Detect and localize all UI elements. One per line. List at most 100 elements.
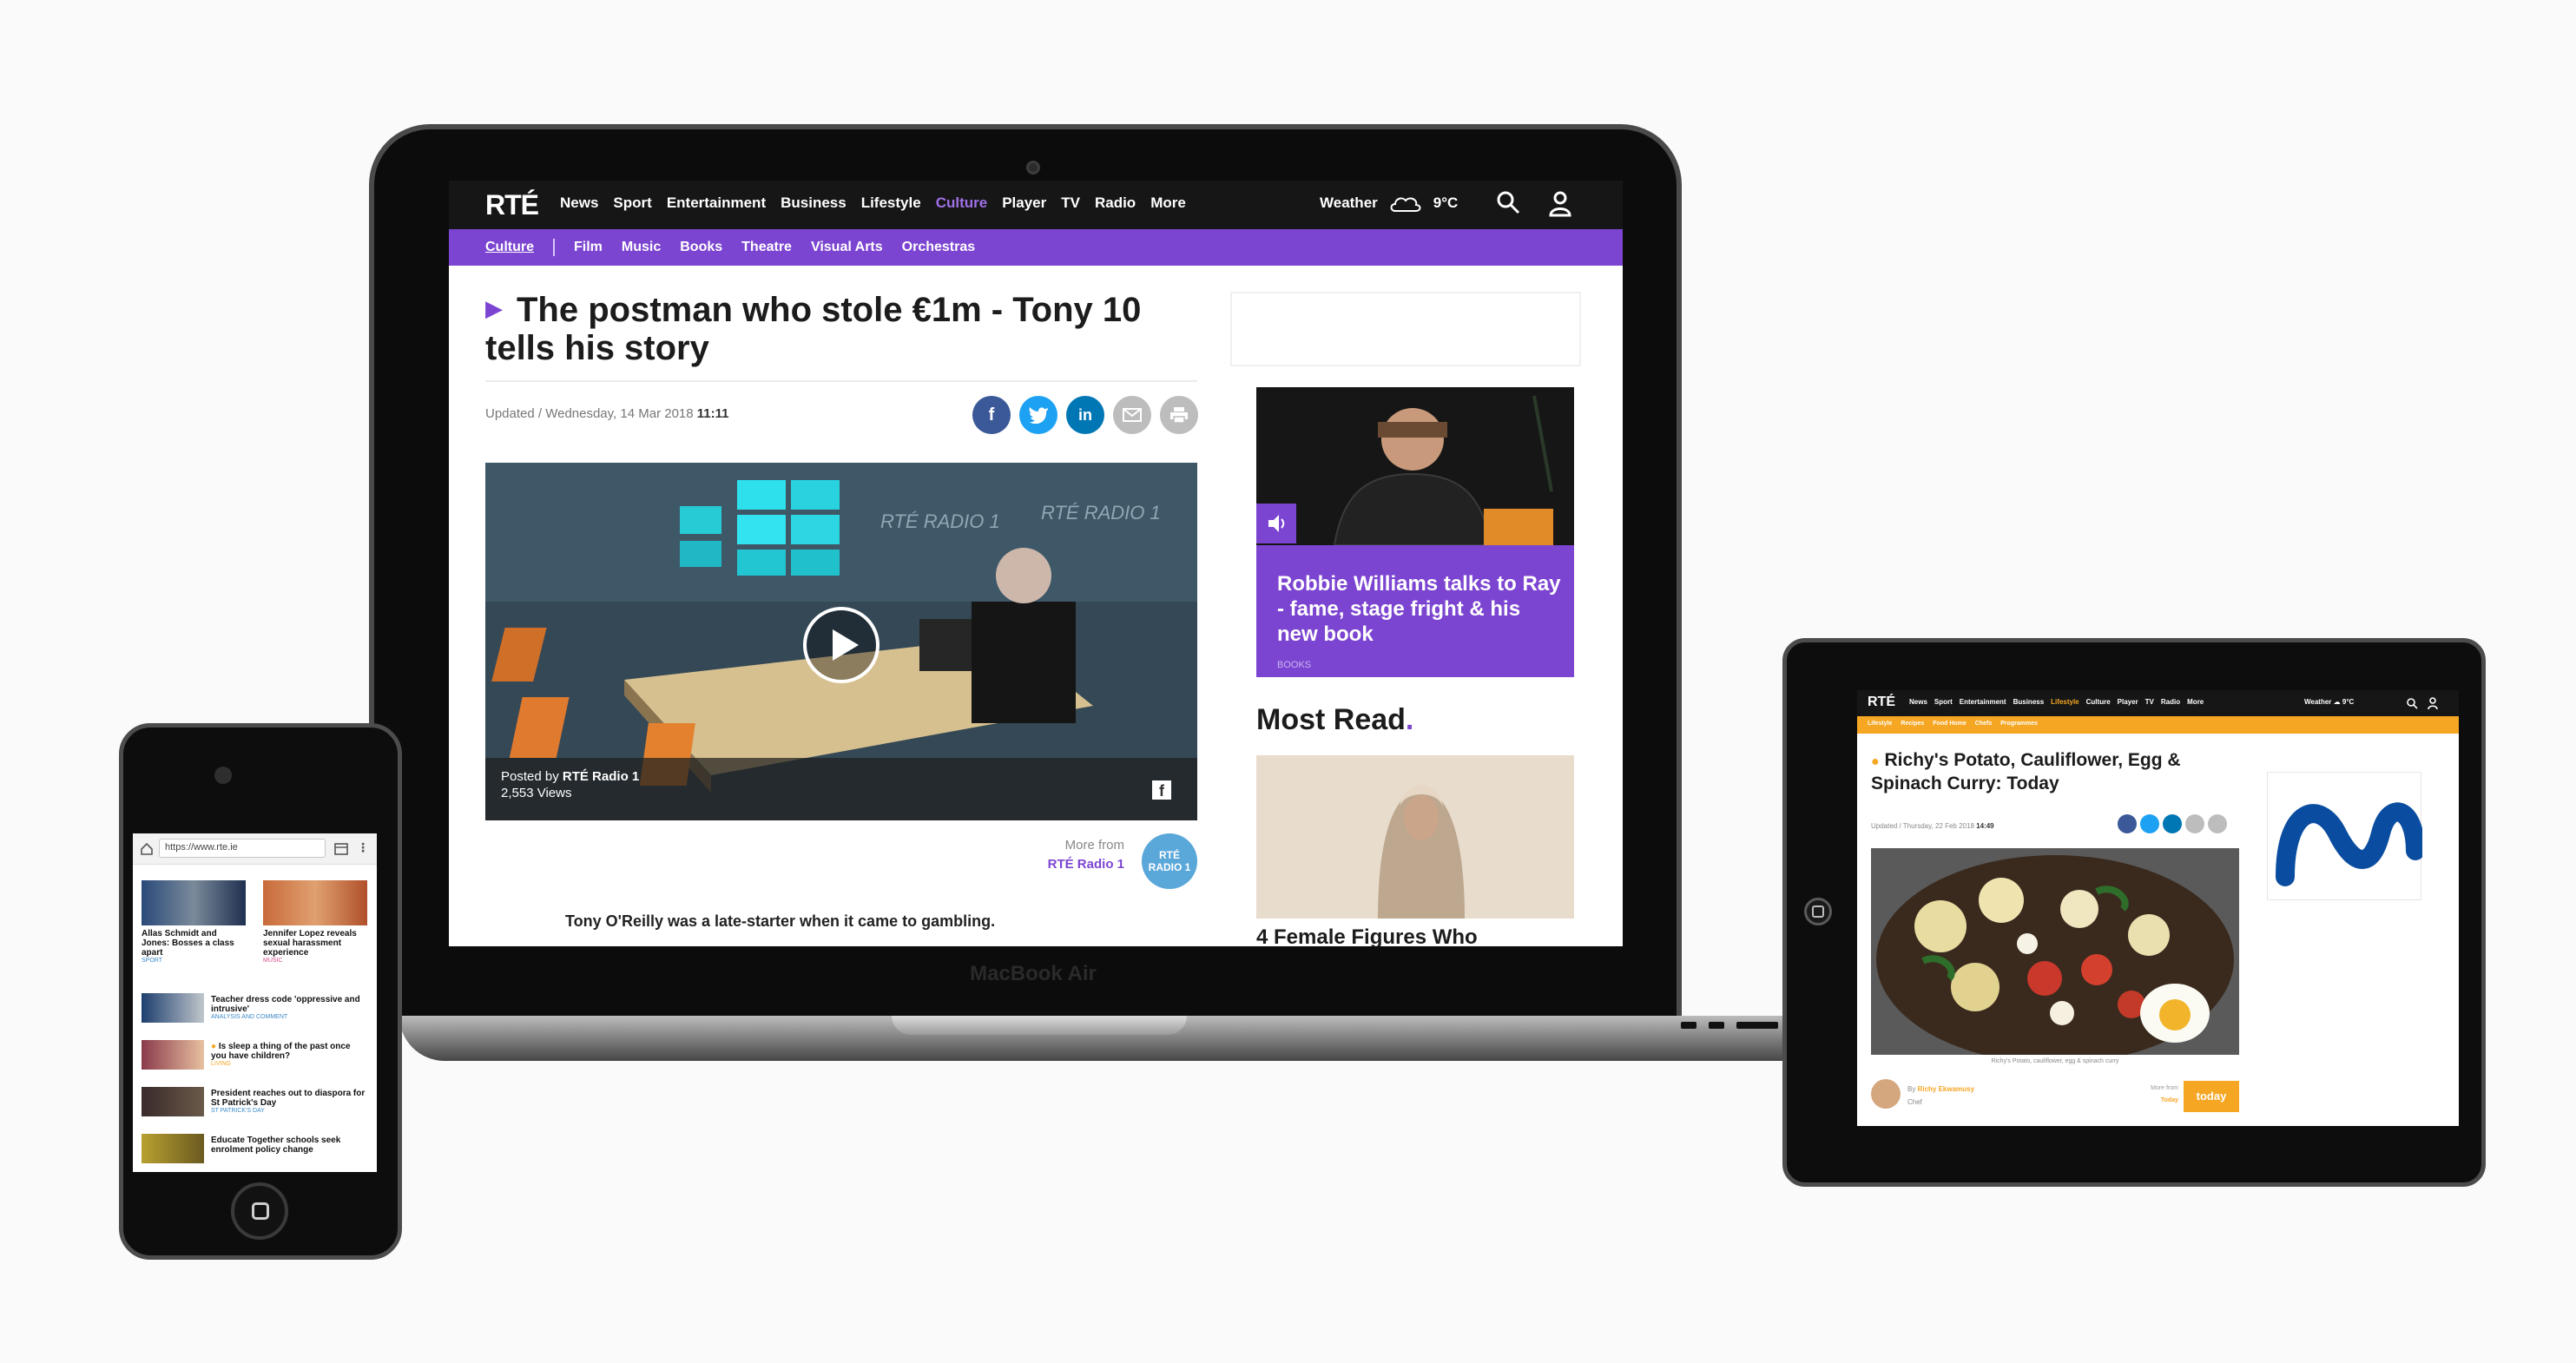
email-icon[interactable] <box>2185 814 2204 833</box>
user-icon[interactable] <box>1547 189 1573 217</box>
cloud-icon <box>1390 197 1421 212</box>
nav-business[interactable]: Business <box>781 194 847 212</box>
article-title: ▶ The postman who stole €1m - Tony 10 tel… <box>485 291 1142 367</box>
facebook-icon[interactable] <box>2118 814 2137 833</box>
divider <box>485 380 1197 382</box>
list-item[interactable]: Educate Together schools seek enrolment … <box>142 1134 371 1172</box>
speaker-icon <box>1256 504 1296 543</box>
nav-news[interactable]: News <box>1909 698 1927 706</box>
search-icon[interactable] <box>1495 189 1521 215</box>
article-updated: Updated / Thursday, 22 Feb 2018 14:49 <box>1871 822 1994 830</box>
subnav-visual-arts[interactable]: Visual Arts <box>811 240 883 255</box>
facebook-icon[interactable]: f <box>972 396 1011 434</box>
rte-logo[interactable]: RTÉ <box>1868 695 1895 710</box>
nav-lifestyle[interactable]: Lifestyle <box>861 194 921 212</box>
print-icon[interactable] <box>2208 814 2227 833</box>
home-icon[interactable] <box>140 842 154 856</box>
site-header: RTÉ News Sport Entertainment Business Li… <box>1857 690 2459 716</box>
nav-tv[interactable]: TV <box>2145 698 2154 706</box>
nav-culture[interactable]: Culture <box>936 194 988 212</box>
main-nav: News Sport Entertainment Business Lifest… <box>1909 698 2204 706</box>
search-icon[interactable] <box>2406 697 2418 709</box>
nav-radio[interactable]: Radio <box>2161 698 2180 706</box>
rte-radio-1-logo[interactable]: RTÉ RADIO 1 <box>1142 833 1197 889</box>
print-icon[interactable] <box>1160 396 1198 434</box>
weather-widget[interactable]: Weather ☁ 9°C <box>2304 698 2354 706</box>
subnav-music[interactable]: Music <box>622 240 661 255</box>
tablet-screen: RTÉ News Sport Entertainment Business Li… <box>1857 690 2459 1126</box>
nav-culture[interactable]: Culture <box>2086 698 2111 706</box>
avatar[interactable] <box>1871 1079 1901 1109</box>
most-read-title[interactable]: 4 Female Figures Who <box>1256 925 1478 946</box>
nav-radio[interactable]: Radio <box>1095 194 1136 212</box>
menu-icon[interactable]: ⋮ <box>357 840 369 855</box>
phone-card[interactable]: Jennifer Lopez reveals sexual harassment… <box>263 880 367 964</box>
most-read-heading: Most Read. <box>1256 703 1414 736</box>
more-from[interactable]: More from Today <box>2118 1083 2178 1107</box>
cloud-icon: ☁ <box>2333 698 2341 706</box>
subnav-theatre[interactable]: Theatre <box>741 240 792 255</box>
subnav-divider <box>553 239 555 256</box>
card-photo <box>142 880 246 925</box>
subnav-culture[interactable]: Culture <box>485 240 534 255</box>
subnav-orchestras[interactable]: Orchestras <box>902 240 976 255</box>
rte-logo[interactable]: RTÉ <box>485 189 539 221</box>
nav-player[interactable]: Player <box>1002 194 1046 212</box>
ad-slot[interactable] <box>2267 772 2425 900</box>
list-thumb <box>142 1134 204 1163</box>
author-byline: By Richy Ekwamusy Chef <box>1907 1085 1974 1106</box>
laptop-brand: MacBook Air <box>970 962 1097 985</box>
promo-photo[interactable] <box>1256 387 1574 545</box>
weather-widget[interactable]: Weather 9°C <box>1320 193 1458 214</box>
share-buttons: f in <box>972 396 1198 434</box>
nav-lifestyle[interactable]: Lifestyle <box>2051 698 2079 706</box>
location-pin-icon: ● <box>1871 754 1880 769</box>
list-item[interactable]: President reaches out to diaspora for St… <box>142 1087 371 1129</box>
section-subnav: Lifestyle Recipes Food Home Chefs Progra… <box>1857 716 2459 734</box>
nav-entertainment[interactable]: Entertainment <box>667 194 766 212</box>
phone-card[interactable]: Allas Schmidt and Jones: Bosses a class … <box>142 880 246 964</box>
email-icon[interactable] <box>1113 396 1151 434</box>
twitter-icon[interactable] <box>2140 814 2159 833</box>
more-from[interactable]: More from RTÉ Radio 1 <box>1013 836 1124 874</box>
nav-business[interactable]: Business <box>2013 698 2045 706</box>
recipe-photo[interactable] <box>1871 848 2239 1055</box>
twitter-icon[interactable] <box>1019 396 1057 434</box>
subnav-programmes[interactable]: Programmes <box>2000 721 2038 727</box>
subnav-lifestyle[interactable]: Lifestyle <box>1868 721 1892 727</box>
nav-sport[interactable]: Sport <box>1934 698 1953 706</box>
linkedin-icon[interactable]: in <box>1066 396 1104 434</box>
subnav-film[interactable]: Film <box>574 240 603 255</box>
subnav-food-home[interactable]: Food Home <box>1933 721 1967 727</box>
nav-sport[interactable]: Sport <box>613 194 651 212</box>
list-thumb <box>142 1040 204 1070</box>
subnav-recipes[interactable]: Recipes <box>1901 721 1924 727</box>
video-player[interactable]: RTÉ RADIO 1 RTÉ RADIO 1 Posted by RTÉ Ra… <box>485 463 1197 820</box>
url-field[interactable]: https://www.rte.ie <box>159 839 326 858</box>
ad-slot[interactable] <box>1230 292 1581 366</box>
subnav-chefs[interactable]: Chefs <box>1975 721 1992 727</box>
nav-news[interactable]: News <box>560 194 598 212</box>
list-thumb <box>142 993 204 1023</box>
list-item[interactable]: Teacher dress code 'oppressive and intru… <box>142 993 371 1035</box>
nav-more[interactable]: More <box>1150 194 1186 212</box>
section-subnav: Culture Film Music Books Theatre Visual … <box>449 229 1623 266</box>
nav-more[interactable]: More <box>2187 698 2204 706</box>
nav-tv[interactable]: TV <box>1061 194 1080 212</box>
list-item[interactable]: ● Is sleep a thing of the past once you … <box>142 1040 371 1082</box>
nav-entertainment[interactable]: Entertainment <box>1960 698 2006 706</box>
linkedin-icon[interactable] <box>2163 814 2182 833</box>
site-header: RTÉ News Sport Entertainment Business Li… <box>449 181 1623 229</box>
play-button[interactable] <box>803 607 880 683</box>
tabs-icon[interactable] <box>334 843 348 855</box>
share-buttons <box>2118 814 2227 833</box>
today-logo[interactable]: today <box>2184 1081 2239 1112</box>
home-square-icon <box>1812 905 1824 918</box>
user-icon[interactable] <box>2427 696 2439 710</box>
most-read-photo[interactable] <box>1256 755 1574 919</box>
promo-card[interactable]: Robbie Williams talks to Ray - fame, sta… <box>1256 504 1574 677</box>
weather-label: Weather <box>1320 194 1378 211</box>
subnav-books[interactable]: Books <box>680 240 722 255</box>
facebook-icon[interactable]: f <box>1152 780 1171 800</box>
nav-player[interactable]: Player <box>2118 698 2138 706</box>
